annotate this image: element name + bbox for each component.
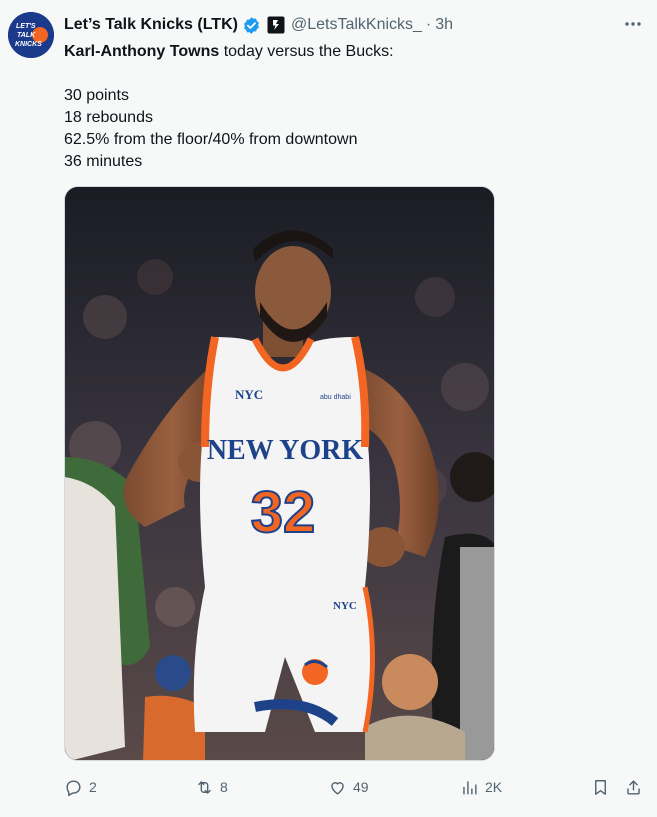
reply-icon — [66, 779, 81, 796]
repost-button[interactable]: 8 — [195, 774, 228, 800]
separator-dot: · — [425, 16, 432, 33]
tweet-actions: 2 8 49 2K — [64, 774, 644, 800]
stat-line: 36 minutes — [64, 153, 143, 170]
bookmark-icon — [595, 779, 606, 795]
stat-line: 18 rebounds — [64, 109, 153, 126]
reply-button[interactable]: 2 — [64, 774, 97, 800]
jersey-sponsor-text: abu dhabi — [320, 394, 351, 401]
avatar-text-3: KNICKS — [15, 41, 42, 48]
avatar-text-1: LET'S — [16, 23, 36, 30]
timestamp[interactable]: 3h — [435, 16, 453, 34]
reply-count: 2 — [89, 779, 97, 795]
avatar-text-2: TALK — [17, 32, 36, 39]
like-count: 49 — [353, 779, 369, 795]
share-icon — [627, 779, 640, 795]
repost-count: 8 — [220, 779, 228, 795]
affiliate-badge-icon[interactable] — [267, 16, 285, 34]
avatar[interactable]: LET'S TALK KNICKS — [8, 12, 54, 58]
stat-line: 62.5% from the floor/40% from downtown — [64, 131, 358, 148]
more-options-icon[interactable] — [623, 14, 643, 34]
intro-text: today versus the Bucks: — [219, 43, 394, 60]
views-chart-icon — [463, 780, 477, 795]
tweet-photo[interactable]: NYC abu dhabi NEW YORK 32 NYC — [64, 186, 495, 761]
jersey-number-text: 32 — [251, 480, 316, 545]
handle[interactable]: @LetsTalkKnicks_ — [291, 16, 422, 34]
tweet-header: Let’s Talk Knicks (LTK) @LetsTalkKnicks_… — [64, 13, 627, 37]
repost-icon — [198, 780, 211, 794]
tweet: LET'S TALK KNICKS Let’s Talk Knicks (LTK… — [0, 0, 657, 817]
jersey-city-text: NYC — [235, 387, 263, 402]
tweet-intro: Karl-Anthony Towns today versus the Buck… — [64, 41, 624, 63]
views-button[interactable]: 2K — [460, 774, 502, 800]
player-photo-illustration: NYC abu dhabi NEW YORK 32 NYC — [65, 187, 494, 760]
view-count: 2K — [485, 779, 503, 795]
bookmark-button[interactable] — [591, 774, 610, 800]
share-button[interactable] — [624, 774, 643, 800]
mentioned-player: Karl-Anthony Towns — [64, 43, 220, 60]
stat-line: 30 points — [64, 87, 129, 104]
verified-badge-icon[interactable] — [242, 16, 261, 35]
tweet-text: Karl-Anthony Towns today versus the Buck… — [64, 41, 624, 173]
avatar-logo-icon: LET'S TALK KNICKS — [8, 12, 54, 58]
heart-icon — [331, 781, 344, 795]
display-name[interactable]: Let’s Talk Knicks (LTK) — [64, 16, 238, 34]
jersey-team-text: NEW YORK — [207, 435, 364, 466]
like-button[interactable]: 49 — [328, 774, 369, 800]
shorts-city-text: NYC — [333, 600, 357, 612]
